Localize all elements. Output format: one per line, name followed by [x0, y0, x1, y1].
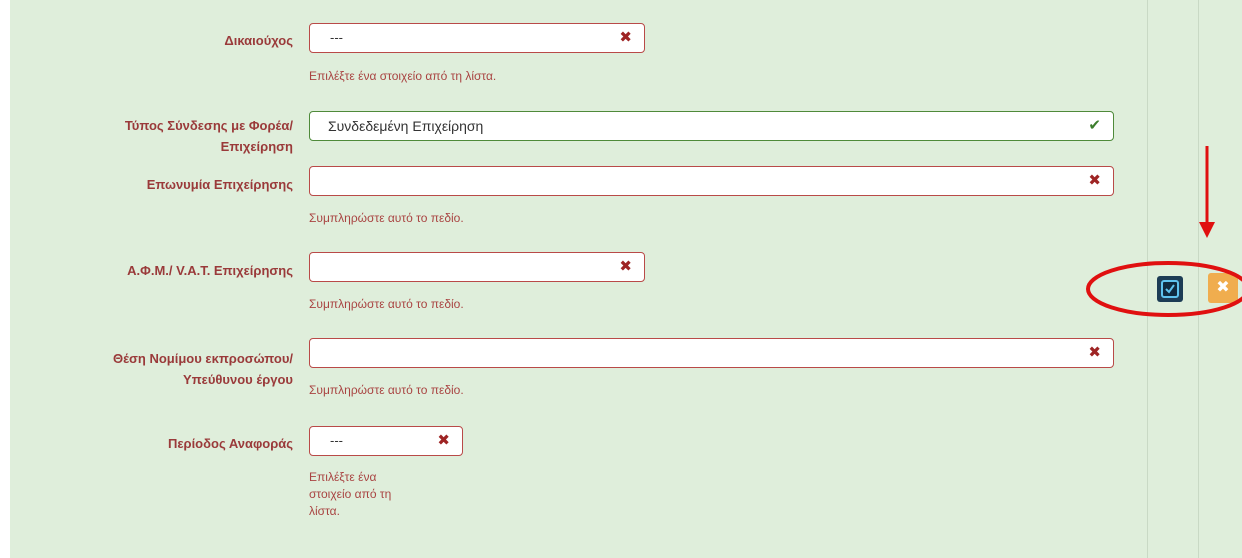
vat-help: Συμπληρώστε αυτό το πεδίο.	[309, 297, 464, 311]
column-divider	[1147, 0, 1148, 558]
edit-row-button[interactable]	[1157, 276, 1183, 302]
column-divider	[1198, 0, 1199, 558]
edit-icon	[1161, 280, 1179, 298]
legal-rep-position-help: Συμπληρώστε αυτό το πεδίο.	[309, 383, 464, 397]
error-x-icon: ✖	[437, 432, 450, 449]
vat-label: Α.Φ.Μ./ V.A.T. Επιχείρησης	[127, 263, 293, 278]
beneficiary-help: Επιλέξτε ένα στοιχείο από τη λίστα.	[309, 69, 497, 83]
legal-rep-position-label: Θέση Νομίμου εκπροσώπου/ Υπεύθυνου έργου	[113, 351, 293, 387]
reporting-period-label: Περίοδος Αναφοράς	[167, 436, 293, 451]
reporting-period-help: Επιλέξτε ένα στοιχείο από τη λίστα.	[309, 470, 392, 518]
link-type-value: Συνδεδεμένη Επιχείρηση	[328, 118, 484, 134]
error-x-icon: ✖	[619, 29, 632, 46]
company-name-input[interactable]: ✖	[309, 166, 1114, 196]
close-icon: ✖	[1216, 279, 1230, 296]
vat-input[interactable]: ✖	[309, 252, 645, 282]
reporting-period-select[interactable]: --- ✖	[309, 426, 463, 456]
beneficiary-select[interactable]: --- ✖	[309, 23, 645, 53]
error-x-icon: ✖	[619, 258, 632, 275]
delete-row-button[interactable]: ✖	[1208, 273, 1238, 303]
beneficiary-label: Δικαιούχος	[224, 33, 293, 48]
link-type-select[interactable]: Συνδεδεμένη Επιχείρηση ✔	[309, 111, 1114, 141]
error-x-icon: ✖	[1088, 344, 1101, 361]
company-name-label: Επωνυμία Επιχείρησης	[146, 177, 293, 192]
company-name-help: Συμπληρώστε αυτό το πεδίο.	[309, 211, 464, 225]
valid-check-icon: ✔	[1088, 117, 1101, 134]
beneficiary-value: ---	[330, 30, 343, 45]
link-type-label: Τύπος Σύνδεσης με Φορέα/ Επιχείρηση	[124, 118, 293, 154]
legal-rep-position-input[interactable]: ✖	[309, 338, 1114, 368]
error-x-icon: ✖	[1088, 172, 1101, 189]
reporting-period-value: ---	[330, 433, 343, 448]
